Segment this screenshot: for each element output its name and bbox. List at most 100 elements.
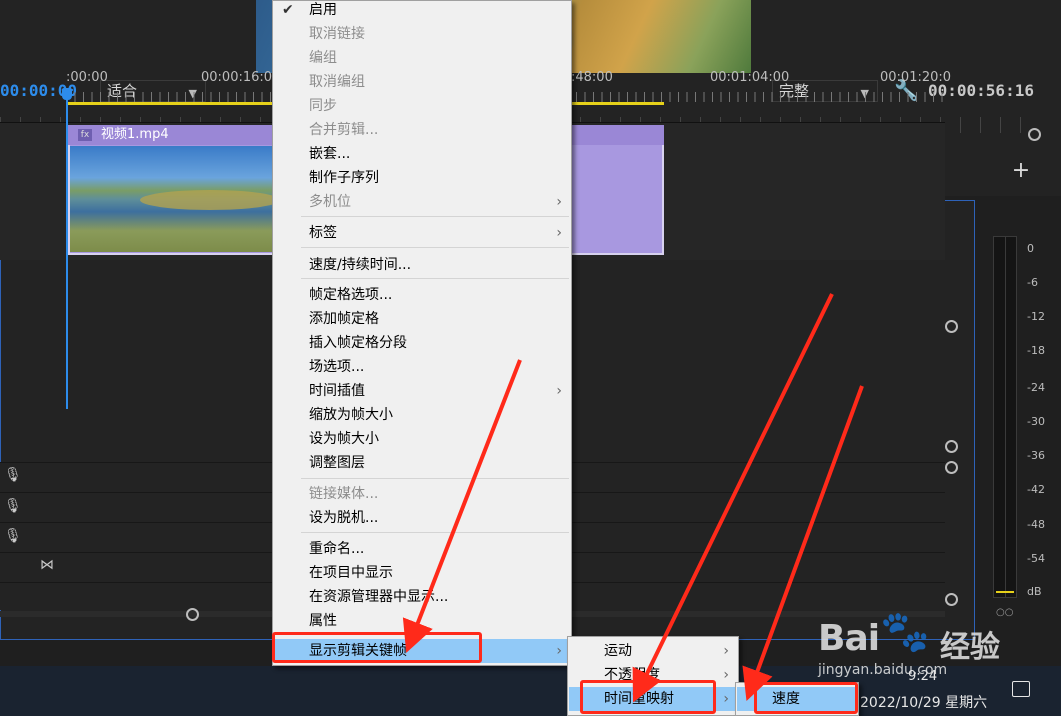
watermark-brand-cn: 经验 <box>940 630 1000 665</box>
zoom-handle[interactable] <box>1028 128 1041 141</box>
menu-item-label-color[interactable]: 标签 › <box>274 221 570 245</box>
menu-item-synchronize[interactable]: 同步 <box>274 94 570 118</box>
menu-item-nest[interactable]: 嵌套... <box>274 142 570 166</box>
menu-item-label: 设为帧大小 <box>309 431 379 447</box>
scroll-handle[interactable] <box>186 608 199 621</box>
menu-item-unlink[interactable]: 取消链接 <box>274 22 570 46</box>
menu-item-frame-hold-options[interactable]: 帧定格选项... <box>274 283 570 307</box>
menu-item-rename[interactable]: 重命名... <box>274 537 570 561</box>
menu-item-label: 插入帧定格分段 <box>309 335 407 351</box>
ruler-label: :00:00 <box>66 70 108 85</box>
menu-separator <box>301 247 569 248</box>
taskbar-date: 2022/10/29 星期六 <box>860 695 988 711</box>
menu-item-speed-duration[interactable]: 速度/持续时间... <box>274 253 570 277</box>
annotation-box-keyframes <box>272 632 482 663</box>
menu-item-label: 缩放为帧大小 <box>309 407 393 423</box>
menu-item-label: 多机位 <box>309 194 351 210</box>
db-label: -6 <box>1027 276 1038 289</box>
menu-item-label: 嵌套... <box>309 146 351 162</box>
annotation-box-speed <box>754 682 858 714</box>
add-button-icon[interactable]: + <box>1008 158 1034 184</box>
menu-item-label: 帧定格选项... <box>309 287 393 303</box>
menu-item-label: 设为脱机... <box>309 510 379 526</box>
ruler-label: 00:01:20:0 <box>880 70 952 85</box>
paw-logo-icon: 🐾 <box>880 609 930 655</box>
playhead-line[interactable] <box>66 89 68 409</box>
chevron-right-icon: › <box>723 691 729 707</box>
menu-item-merge-clips[interactable]: 合并剪辑... <box>274 118 570 142</box>
menu-item-properties[interactable]: 属性 <box>274 609 570 633</box>
menu-item-set-to-frame-size[interactable]: 设为帧大小 <box>274 427 570 451</box>
menu-item-label: 合并剪辑... <box>309 122 379 138</box>
microphone-icon[interactable]: 🎙 <box>4 467 22 485</box>
menu-item-label: 同步 <box>309 98 337 114</box>
menu-item-label: 在资源管理器中显示... <box>309 589 449 605</box>
menu-item-label: 取消编组 <box>309 74 365 90</box>
chevron-right-icon: › <box>556 194 562 210</box>
menu-item-ungroup[interactable]: 取消编组 <box>274 70 570 94</box>
menu-item-scale-to-frame-size[interactable]: 缩放为帧大小 <box>274 403 570 427</box>
menu-item-multicam[interactable]: 多机位 › <box>274 190 570 214</box>
menu-item-group[interactable]: 编组 <box>274 46 570 70</box>
menu-item-label: 场选项... <box>309 359 365 375</box>
meter-peak <box>996 591 1014 593</box>
db-label: 0 <box>1027 242 1034 255</box>
ruler-label: 00:01:04:00 <box>710 70 790 85</box>
menu-item-label: 启用 <box>309 2 337 18</box>
scroll-handle[interactable] <box>945 320 958 333</box>
chevron-right-icon: › <box>723 667 729 683</box>
menu-item-label: 速度/持续时间... <box>309 257 412 273</box>
submenu-item-motion[interactable]: 运动 › <box>569 639 737 663</box>
clip-thumbnail <box>70 146 272 252</box>
menu-item-enable[interactable]: ✔ 启用 <box>274 0 570 22</box>
db-label: -48 <box>1027 518 1045 531</box>
menu-item-link-media[interactable]: 链接媒体... <box>274 482 570 506</box>
menu-item-label: 添加帧定格 <box>309 311 379 327</box>
menu-item-reveal-in-project[interactable]: 在项目中显示 <box>274 561 570 585</box>
menu-item-label: 取消链接 <box>309 26 365 42</box>
microphone-icon[interactable]: 🎙 <box>4 498 22 516</box>
menu-item-make-offline[interactable]: 设为脱机... <box>274 506 570 530</box>
db-label: dB <box>1027 585 1042 598</box>
chevron-right-icon: › <box>556 643 562 659</box>
menu-item-make-subsequence[interactable]: 制作子序列 <box>274 166 570 190</box>
watermark-brand: Bai <box>818 618 880 659</box>
bowtie-icon[interactable]: ⋈ <box>40 557 54 573</box>
menu-item-label: 属性 <box>309 613 337 629</box>
menu-separator <box>301 478 569 479</box>
menu-item-time-interpolation[interactable]: 时间插值 › <box>274 379 570 403</box>
db-label: -24 <box>1027 381 1045 394</box>
notification-icon[interactable] <box>1012 681 1030 697</box>
ruler-label: :48:00 <box>571 70 613 85</box>
menu-item-field-options[interactable]: 场选项... <box>274 355 570 379</box>
menu-separator <box>301 532 569 533</box>
menu-item-label: 重命名... <box>309 541 365 557</box>
db-label: -30 <box>1027 415 1045 428</box>
db-label: -36 <box>1027 449 1045 462</box>
clip-context-menu: ✔ 启用 取消链接 编组 取消编组 同步 合并剪辑... 嵌套... 制作子序列… <box>272 0 572 666</box>
menu-item-label: 制作子序列 <box>309 170 379 186</box>
db-label: -42 <box>1027 483 1045 496</box>
fx-badge: fx <box>78 129 92 141</box>
menu-item-adjustment-layer[interactable]: 调整图层 <box>274 451 570 475</box>
ruler-label: 00:00:16:00 <box>201 70 281 85</box>
db-label: -18 <box>1027 344 1045 357</box>
menu-item-label: 在项目中显示 <box>309 565 393 581</box>
menu-item-add-frame-hold[interactable]: 添加帧定格 <box>274 307 570 331</box>
annotation-box-time-remap <box>580 680 716 714</box>
chevron-right-icon: › <box>556 383 562 399</box>
microphone-icon[interactable]: 🎙 <box>4 528 22 546</box>
menu-item-label: 链接媒体... <box>309 486 379 502</box>
clip-name: 视频1.mp4 <box>101 127 169 142</box>
scroll-handle[interactable] <box>945 440 958 453</box>
menu-item-label: 编组 <box>309 50 337 66</box>
scroll-handle[interactable] <box>945 461 958 474</box>
baidu-watermark: Bai 🐾 经验 jingyan.baidu.com <box>818 604 1018 678</box>
menu-item-insert-frame-hold-segment[interactable]: 插入帧定格分段 <box>274 331 570 355</box>
audio-meter-bars <box>993 236 1017 598</box>
menu-item-label: 调整图层 <box>309 455 365 471</box>
menu-separator <box>301 216 569 217</box>
menu-item-reveal-in-explorer[interactable]: 在资源管理器中显示... <box>274 585 570 609</box>
watermark-url: jingyan.baidu.com <box>818 662 948 678</box>
checkmark-icon: ✔ <box>282 2 294 18</box>
